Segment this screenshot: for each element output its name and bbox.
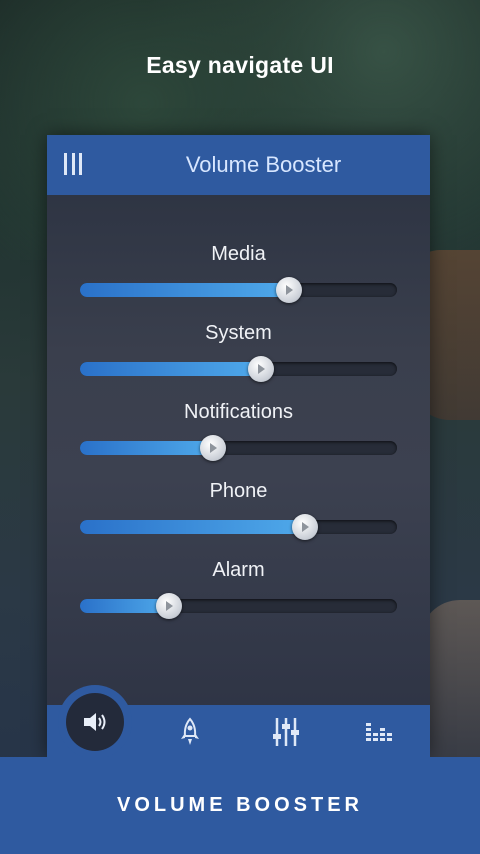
app-window: Volume Booster Media System Notification… (47, 135, 430, 757)
slider-label-phone: Phone (209, 480, 268, 502)
alarm-volume-thumb[interactable] (155, 593, 182, 619)
slider-label-system: System (205, 322, 272, 344)
media-volume-thumb[interactable] (276, 277, 303, 303)
slider-label-media: Media (211, 243, 266, 265)
equalizer-tab[interactable] (271, 717, 301, 747)
notifications-volume-fill (80, 441, 214, 455)
system-volume-fill (80, 362, 261, 376)
phone-volume-track[interactable] (80, 514, 397, 540)
phone-volume-fill (80, 520, 306, 534)
equalizer-icon (273, 718, 299, 746)
media-volume-track[interactable] (80, 277, 397, 303)
bars-icon (366, 723, 392, 741)
speaker-tab[interactable] (66, 693, 124, 751)
slider-label-alarm: Alarm (212, 559, 265, 581)
app-bar: Volume Booster (47, 135, 430, 195)
rocket-icon (181, 717, 199, 745)
system-volume-track[interactable] (80, 356, 397, 382)
media-volume-fill (80, 283, 290, 297)
slider-label-notifications: Notifications (184, 401, 293, 423)
footer-banner: VOLUME BOOSTER (0, 757, 480, 854)
app-title: Volume Booster (185, 152, 342, 177)
visualizer-tab[interactable] (365, 717, 395, 747)
boost-tab[interactable] (175, 717, 205, 747)
system-volume-thumb[interactable] (247, 356, 274, 382)
speaker-icon (84, 713, 106, 731)
phone-volume-thumb[interactable] (292, 514, 319, 540)
notifications-volume-thumb[interactable] (200, 435, 227, 461)
alarm-volume-track[interactable] (80, 593, 397, 619)
footer-title: VOLUME BOOSTER (116, 794, 363, 816)
promo-headline: Easy navigate UI (146, 52, 334, 78)
bottom-navigation (47, 693, 430, 757)
notifications-volume-track[interactable] (80, 435, 397, 461)
